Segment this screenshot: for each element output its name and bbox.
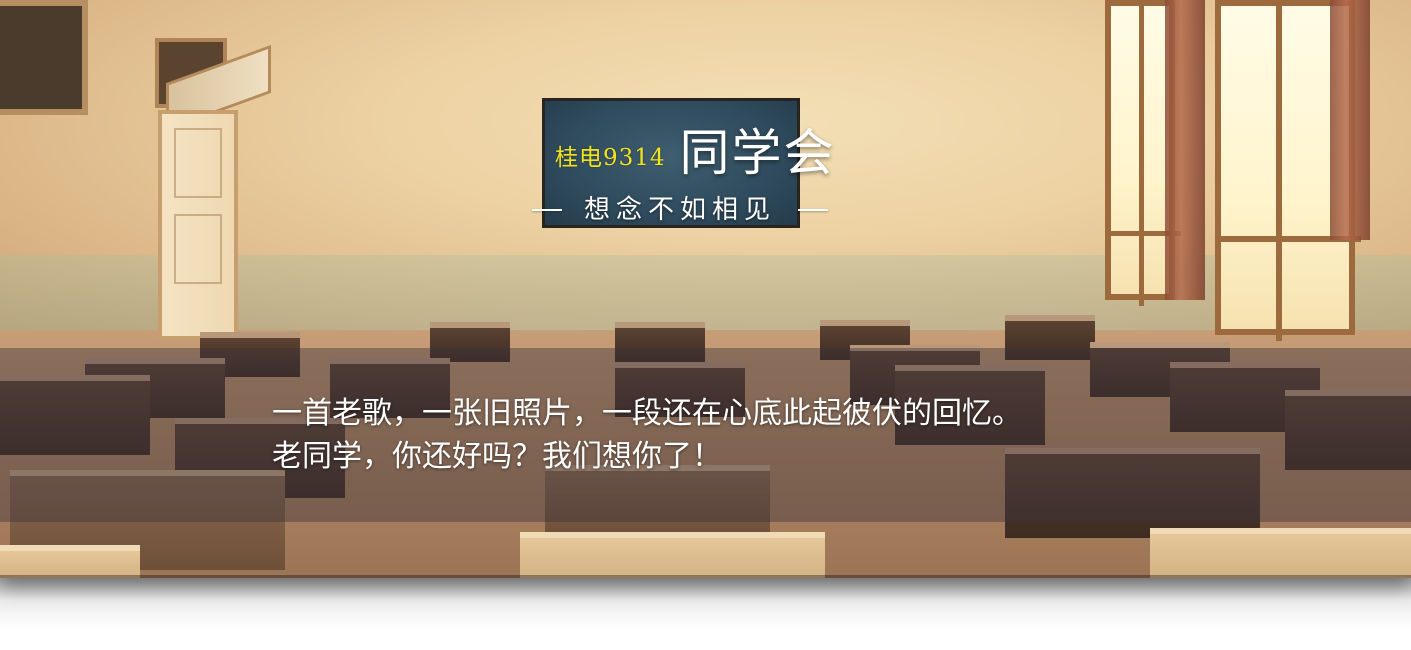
title-prefix: 桂电9314 bbox=[555, 145, 666, 171]
desk bbox=[0, 545, 140, 578]
caption-text: 一首老歌，一张旧照片，一段还在心底此起彼伏的回忆。 老同学，你还好吗？我们想你了… bbox=[272, 392, 1022, 478]
door-panel bbox=[174, 128, 222, 198]
curtain bbox=[1165, 0, 1205, 300]
subtitle-dash-left bbox=[531, 209, 562, 211]
title-main: 同学会 bbox=[679, 124, 836, 182]
desk bbox=[1150, 528, 1411, 578]
banner-title: 桂电9314 同学会 bbox=[555, 112, 836, 182]
classroom-door bbox=[158, 110, 238, 340]
door-panel bbox=[174, 214, 222, 284]
subtitle-dash-right bbox=[798, 209, 828, 211]
caption-line-1: 一首老歌，一张旧照片，一段还在心底此起彼伏的回忆。 bbox=[272, 396, 1022, 431]
subtitle: 想念不如相见 bbox=[583, 195, 776, 225]
page: 桂电9314 同学会 想念不如相见 一首老歌，一张旧照片，一段还在心底此起彼伏的… bbox=[0, 0, 1411, 650]
curtain bbox=[1330, 0, 1370, 240]
desk bbox=[520, 532, 825, 578]
classroom-banner-image bbox=[0, 0, 1411, 578]
caption-line-2: 老同学，你还好吗？我们想你了！ bbox=[272, 439, 722, 474]
subtitle-row: 想念不如相见 bbox=[510, 190, 850, 230]
banner-shadow bbox=[0, 575, 1411, 630]
left-window bbox=[0, 0, 88, 115]
